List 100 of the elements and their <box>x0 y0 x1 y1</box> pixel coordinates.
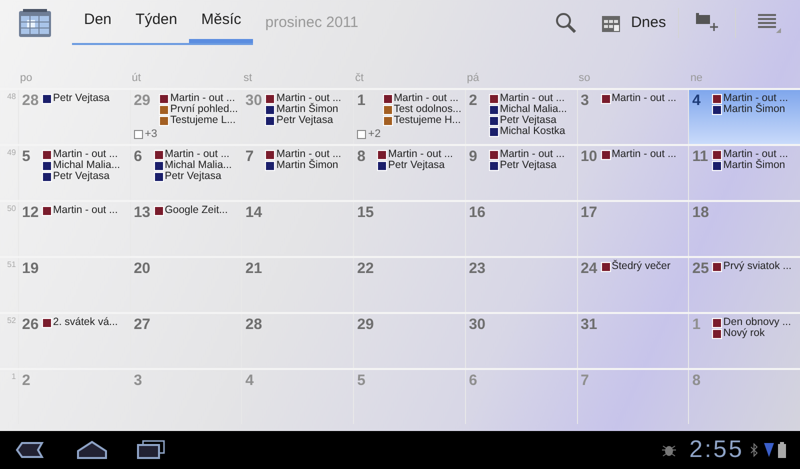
day-number: 4 <box>692 92 702 109</box>
search-icon[interactable] <box>554 12 577 34</box>
event-title[interactable]: Martin - out ... <box>723 149 788 160</box>
event-title[interactable]: Martin - out ... <box>388 149 453 160</box>
day-number: 1 <box>357 92 366 109</box>
event-title[interactable]: Petr Vejtasa <box>53 171 110 182</box>
event-title[interactable]: První pohled... <box>170 104 238 115</box>
day-cell[interactable]: 16 <box>464 202 577 256</box>
day-cell[interactable]: 23 <box>464 258 577 312</box>
event-title[interactable]: Martin - out ... <box>53 149 118 160</box>
event-title[interactable]: Den obnovy ... <box>723 317 791 328</box>
day-number: 26 <box>22 316 40 333</box>
event-title[interactable]: Petr Vejtasa <box>500 115 556 126</box>
day-cell[interactable]: 28 Petr Vejtasa <box>18 90 130 144</box>
event-title[interactable]: Martin - out ... <box>276 93 342 104</box>
day-cell[interactable]: 7 Martin - out ... Martin Šimon <box>241 146 354 200</box>
add-event-icon[interactable] <box>695 12 719 34</box>
today-button[interactable]: Dnes <box>600 8 679 38</box>
week-number: 48 <box>6 91 17 103</box>
day-number: 28 <box>245 316 264 333</box>
day-cell[interactable]: 8 Martin - out ... Petr Vejtasa <box>353 146 465 200</box>
day-cell[interactable]: 1 +2 Martin - out ... Test odolnos... Testujeme H... <box>353 90 465 144</box>
bluetooth-icon <box>750 443 758 457</box>
event-title[interactable]: Martin - out ... <box>612 149 676 160</box>
day-cell[interactable]: 27 <box>130 314 242 368</box>
day-cell[interactable]: 15 <box>353 202 465 256</box>
clock: 2:55 <box>689 438 744 462</box>
day-cell[interactable]: 1 Den obnovy ... Nový rok <box>688 314 800 368</box>
day-cell[interactable]: 11 Martin - out ... Martin Šimon <box>688 146 800 200</box>
calendar-app-icon[interactable] <box>18 8 52 38</box>
day-number: 28 <box>22 92 40 109</box>
day-cell[interactable]: 6 Martin - out ... Michal Malia... Petr Vejtasa <box>130 146 242 200</box>
day-cell[interactable]: 10 Martin - out ... <box>576 146 688 200</box>
expand-box-icon <box>357 130 366 139</box>
event-title[interactable]: Michal Kostka <box>500 126 566 137</box>
event-title[interactable]: Petr Vejtasa <box>53 93 110 104</box>
day-number: 2 <box>22 372 32 389</box>
weekday-label: ne <box>689 70 704 86</box>
event-title[interactable]: Martin - out ... <box>276 149 342 160</box>
event-title[interactable]: 2. svátek vá... <box>53 317 118 328</box>
event-title[interactable]: Petr Vejtasa <box>276 115 334 126</box>
day-cell[interactable]: 29 +3 Martin - out ... První pohled... Testujeme L... <box>130 90 242 144</box>
event-title[interactable]: Martin - out ... <box>500 149 565 160</box>
day-cell[interactable]: 21 <box>241 258 354 312</box>
event-title[interactable]: Testujeme H... <box>394 115 461 126</box>
more-events-link[interactable]: +2 <box>357 129 381 140</box>
event-title[interactable]: Štedrý večer <box>612 261 671 272</box>
back-icon[interactable] <box>14 441 44 459</box>
view-tab[interactable]: Týden <box>124 1 190 43</box>
event-title[interactable]: Martin Šimon <box>723 160 786 171</box>
day-cell[interactable]: 24 Štedrý večer <box>576 258 688 312</box>
day-number: 25 <box>692 260 710 277</box>
event-title[interactable]: Prvý sviatok ... <box>723 261 792 272</box>
day-cell[interactable]: 2 Martin - out ... Michal Malia... Petr Vejtasa Michal Kostka <box>464 90 577 144</box>
day-cell[interactable]: 28 <box>241 314 354 368</box>
event-title[interactable]: Martin - out ... <box>170 93 236 104</box>
event-title[interactable]: Petr Vejtasa <box>164 171 222 182</box>
day-number: 7 <box>245 148 255 165</box>
event-title[interactable]: Martin Šimon <box>276 104 338 115</box>
event-title[interactable]: Nový rok <box>723 328 765 339</box>
event-title[interactable]: Martin - out ... <box>500 93 565 104</box>
recent-apps-icon[interactable] <box>136 440 166 460</box>
event-title[interactable]: Martin Šimon <box>276 160 338 171</box>
day-number: 8 <box>357 148 366 165</box>
event-title[interactable]: Test odolnos... <box>394 104 462 115</box>
event-title[interactable]: Petr Vejtasa <box>500 160 556 171</box>
day-cell[interactable]: 22 <box>353 258 465 312</box>
day-cell[interactable]: 25 Prvý sviatok ... <box>688 258 800 312</box>
day-cell[interactable]: 29 <box>353 314 465 368</box>
event-title[interactable]: Martin - out ... <box>723 93 788 104</box>
expand-box-icon <box>134 130 143 139</box>
event-title[interactable]: Petr Vejtasa <box>388 160 445 171</box>
event-title[interactable]: Martin Šimon <box>723 104 786 115</box>
event-title[interactable]: Testujeme L... <box>170 115 236 126</box>
day-cell[interactable]: 5 Martin - out ... Michal Malia... Petr Vejtasa <box>18 146 130 200</box>
menu-icon[interactable] <box>756 12 782 34</box>
day-cell[interactable]: 9 Martin - out ... Petr Vejtasa <box>464 146 577 200</box>
day-cell[interactable]: 26 2. svátek vá... <box>18 314 130 368</box>
event-title[interactable]: Martin - out ... <box>164 149 230 160</box>
view-tab[interactable]: Měsíc <box>189 1 254 43</box>
day-cell[interactable]: 30 Martin - out ... Martin Šimon Petr Vejtasa <box>241 90 354 144</box>
more-events-link[interactable]: +3 <box>134 129 158 140</box>
view-tab[interactable]: Den <box>72 1 124 43</box>
day-cell[interactable]: 19 <box>18 258 130 312</box>
event-title[interactable]: Michal Malia... <box>53 160 120 171</box>
event-title[interactable]: Michal Malia... <box>164 160 232 171</box>
day-cell[interactable]: 12 Martin - out ... <box>18 202 130 256</box>
event-title[interactable]: Michal Malia... <box>500 104 567 115</box>
event-title[interactable]: Martin - out ... <box>53 205 118 216</box>
event-title[interactable]: Google Zeit... <box>164 205 228 216</box>
day-cell[interactable]: 14 <box>241 202 354 256</box>
day-cell[interactable]: 13 Google Zeit... <box>130 202 242 256</box>
event-title[interactable]: Martin - out ... <box>394 93 458 104</box>
day-cell[interactable]: 20 <box>130 258 242 312</box>
day-cell[interactable]: 30 <box>464 314 577 368</box>
day-cell[interactable]: 4 Martin - out ... Martin Šimon <box>688 90 800 144</box>
day-number: 18 <box>692 204 710 221</box>
day-number: 30 <box>245 92 264 109</box>
event-title[interactable]: Martin - out ... <box>612 93 676 104</box>
home-icon[interactable] <box>76 440 108 460</box>
